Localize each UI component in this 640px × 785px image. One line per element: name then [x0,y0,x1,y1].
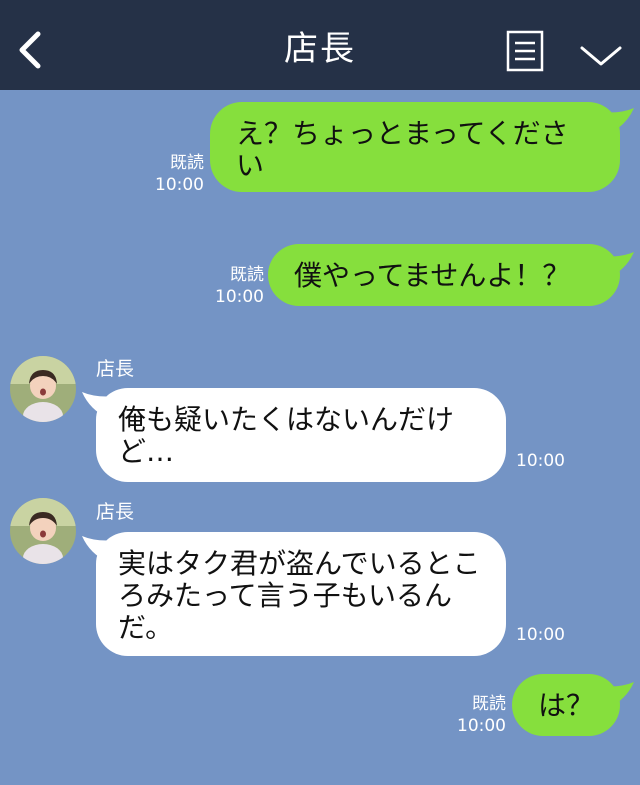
message-time: 10:00 [215,287,264,307]
read-receipt: 既読 [170,153,204,173]
read-receipt: 既読 [472,694,506,714]
message-text: 俺も疑いたくはないんだけど… [118,403,455,468]
message-meta: 既読 10:00 [150,152,204,196]
menu-button[interactable] [506,30,544,72]
message-bubble[interactable]: 俺も疑いたくはないんだけど… [96,388,506,482]
message-meta: 既読 10:00 [208,264,264,308]
message-text: え？ちょっとまってください [236,117,569,182]
sender-name: 店長 [96,358,135,380]
avatar-photo-icon [10,498,76,564]
message-time: 10:00 [516,451,565,471]
message-time: 10:00 [516,625,565,645]
chat-header: 店長 [0,0,640,90]
collapse-button[interactable] [578,38,624,72]
message-bubble[interactable]: 僕やってませんよ！？ [268,244,620,306]
avatar-photo-icon [10,356,76,422]
message-bubble[interactable]: え？ちょっとまってください [210,102,620,192]
message-time: 10:00 [155,175,204,195]
read-receipt: 既読 [230,265,264,285]
avatar[interactable] [10,356,76,422]
message-meta: 既読 10:00 [452,693,506,737]
message-text: は？ [538,689,595,722]
menu-list-icon [506,30,544,72]
message-bubble[interactable]: は？ [512,674,620,736]
message-text: 実はタク君が盗んでいるところみたって言う子もいるんだ。 [118,547,481,644]
avatar[interactable] [10,498,76,564]
chat-title: 店長 [284,29,356,69]
chevron-down-icon [580,46,622,66]
message-time: 10:00 [457,716,506,736]
message-text: 僕やってませんよ！？ [294,259,571,292]
message-bubble[interactable]: 実はタク君が盗んでいるところみたって言う子もいるんだ。 [96,532,506,656]
sender-name: 店長 [96,501,135,523]
